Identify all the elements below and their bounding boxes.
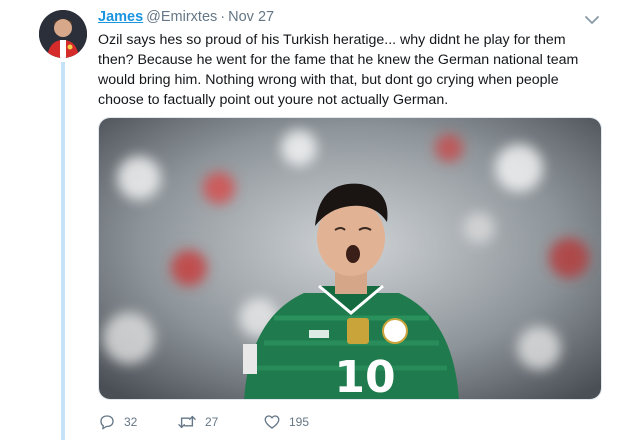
retweet-count: 27 [205,415,219,429]
tweet-photo[interactable]: 10 [98,117,602,400]
more-options-button[interactable] [583,12,601,28]
like-icon [264,415,280,429]
avatar-icon [39,10,87,58]
author-display-name[interactable]: James [98,9,143,25]
photo-player-looking-up: 10 [99,118,601,400]
reply-button[interactable]: 32 [98,413,177,431]
reply-count: 32 [124,415,138,429]
author-handle[interactable]: @Emirxtes [146,9,217,25]
reply-icon [100,415,114,430]
chevron-down-icon [585,16,599,24]
author-avatar[interactable] [39,10,87,58]
tweet-date[interactable]: Nov 27 [228,9,274,25]
header-separator: · [220,9,226,25]
tweet-text: Ozil says hes so proud of his Turkish he… [98,32,579,108]
thread-connector-line [61,62,65,440]
tweet-actions: 32 27 195 [98,408,343,436]
photo-jersey-number: 10 [334,352,395,400]
tweet-header: James @Emirxtes · Nov 27 [98,9,600,29]
like-count: 195 [289,415,310,429]
retweet-icon [178,415,196,429]
retweet-button[interactable]: 27 [177,413,263,431]
like-button[interactable]: 195 [263,413,343,431]
